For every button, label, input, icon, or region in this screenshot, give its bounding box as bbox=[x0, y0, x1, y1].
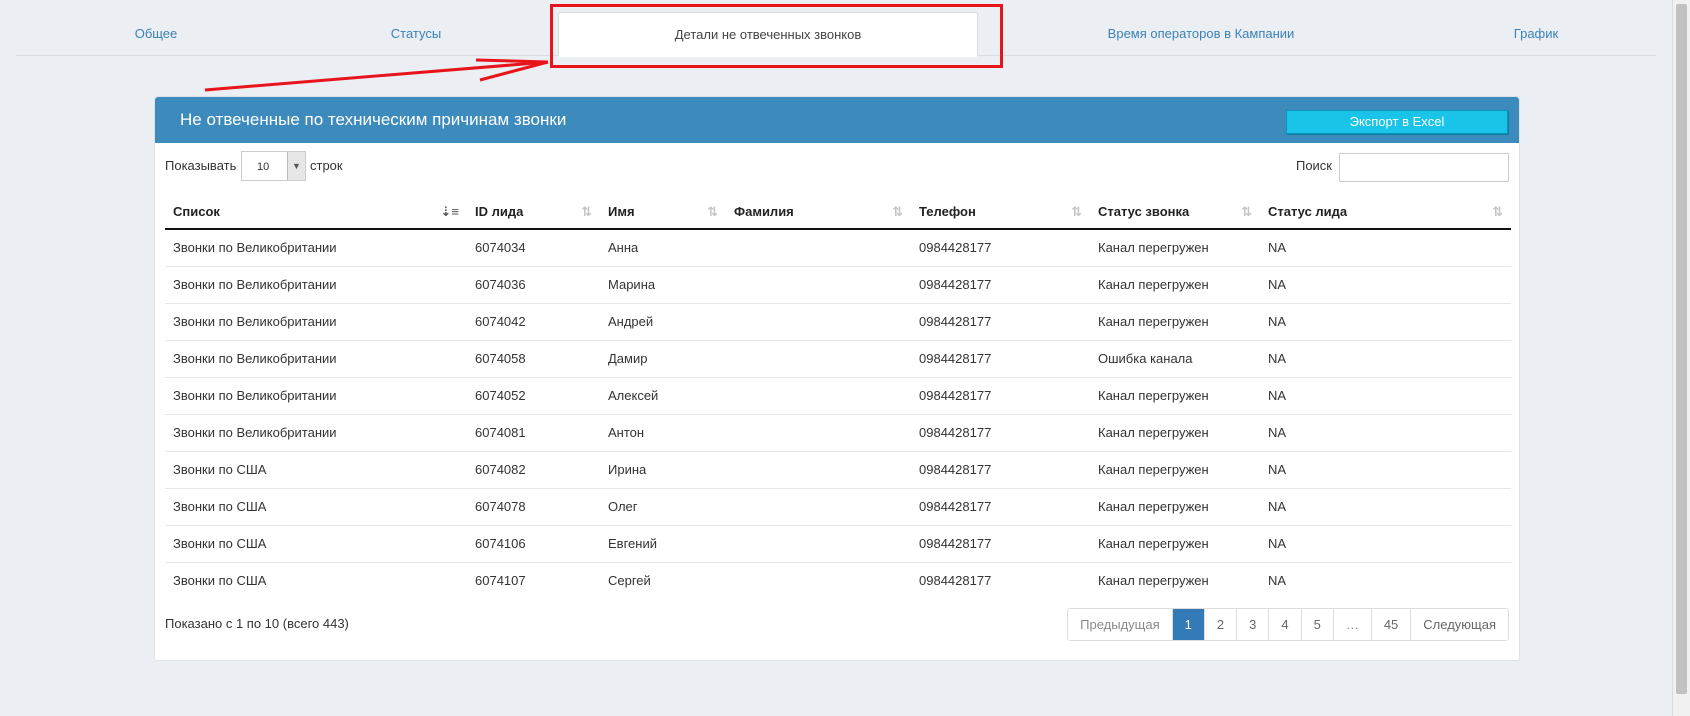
sort-icon: ⇅ bbox=[581, 204, 592, 219]
tab-schedule[interactable]: График bbox=[1456, 12, 1616, 56]
page-length-value: 10 bbox=[257, 161, 270, 173]
calls-table: Список ⇣≡ ID лида ⇅ Имя ⇅ Фамилия ⇅ Телефон ⇅… bbox=[165, 195, 1511, 599]
chevron-down-icon: ▼ bbox=[287, 152, 305, 180]
next-page-button[interactable]: Следующая bbox=[1410, 609, 1508, 640]
page-button-5[interactable]: 5 bbox=[1300, 609, 1333, 640]
search-label: Поиск bbox=[1295, 158, 1332, 173]
export-excel-button[interactable]: Экспорт в Excel bbox=[1286, 110, 1508, 134]
table-row[interactable]: Звонки по Великобритании 6074034 Анна 09844… bbox=[165, 229, 1511, 266]
page-button-3[interactable]: 3 bbox=[1236, 609, 1269, 640]
panel-header: Не отвеченные по техническим причинам зв… bbox=[155, 97, 1519, 143]
sort-icon: ⇅ bbox=[892, 204, 903, 219]
sort-icon: ⇅ bbox=[1071, 204, 1082, 219]
page: Общее Статусы Детали не отвеченных звонк… bbox=[0, 0, 1690, 716]
table-controls: Показывать 10 ▼ строк Поиск bbox=[155, 143, 1519, 195]
page-ellipsis: … bbox=[1332, 609, 1371, 640]
page-button-4[interactable]: 4 bbox=[1268, 609, 1301, 640]
page-length-select[interactable]: 10 ▼ bbox=[241, 151, 306, 181]
vertical-scrollbar[interactable] bbox=[1672, 0, 1690, 716]
table-row[interactable]: Звонки по США 6074107 Сергей 0984428177 Кана… bbox=[165, 561, 1511, 599]
table-row[interactable]: Звонки по Великобритании 6074036 Марина 098… bbox=[165, 265, 1511, 303]
table-row[interactable]: Звонки по Великобритании 6074042 Андрей 098… bbox=[165, 302, 1511, 340]
tab-statuses[interactable]: Статусы bbox=[316, 12, 516, 56]
prev-page-button[interactable]: Предыдущая bbox=[1068, 609, 1172, 640]
rows-label: строк bbox=[310, 158, 343, 173]
sort-icon: ⇅ bbox=[1492, 204, 1503, 219]
column-header-list[interactable]: Список ⇣≡ bbox=[165, 195, 467, 230]
panel-title: Не отвеченные по техническим причинам зв… bbox=[180, 110, 567, 129]
table-info: Показано с 1 по 10 (всего 443) bbox=[165, 616, 349, 631]
sort-icon: ⇅ bbox=[1241, 204, 1252, 219]
table-row[interactable]: Звонки по США 6074078 Олег 0984428177 Канал … bbox=[165, 487, 1511, 525]
column-header-surname[interactable]: Фамилия ⇅ bbox=[726, 195, 911, 230]
sort-icon: ⇅ bbox=[707, 204, 718, 219]
column-header-lead-status[interactable]: Статус лида ⇅ bbox=[1260, 195, 1511, 230]
search-input[interactable] bbox=[1339, 153, 1509, 182]
table-row[interactable]: Звонки по Великобритании 6074081 Антон 0984… bbox=[165, 413, 1511, 451]
tab-operator-time[interactable]: Время операторов в Кампании bbox=[1056, 12, 1346, 56]
column-header-phone[interactable]: Телефон ⇅ bbox=[911, 195, 1090, 230]
table-row[interactable]: Звонки по США 6074106 Евгений 0984428177 Кан… bbox=[165, 524, 1511, 562]
scrollbar-thumb[interactable] bbox=[1676, 4, 1687, 694]
page-button-1[interactable]: 1 bbox=[1171, 609, 1204, 640]
page-button-45[interactable]: 45 bbox=[1370, 609, 1411, 640]
tab-general[interactable]: Общее bbox=[56, 12, 256, 56]
annotation-highlight-box bbox=[550, 4, 1003, 68]
table-row[interactable]: Звонки по Великобритании 6074058 Дамир 0984… bbox=[165, 339, 1511, 377]
page-button-2[interactable]: 2 bbox=[1203, 609, 1237, 640]
column-header-lead-id[interactable]: ID лида ⇅ bbox=[467, 195, 600, 230]
unanswered-calls-panel: Не отвеченные по техническим причинам зв… bbox=[154, 96, 1520, 661]
column-header-call-status[interactable]: Статус звонка ⇅ bbox=[1090, 195, 1260, 230]
column-header-name[interactable]: Имя ⇅ bbox=[600, 195, 726, 230]
table-row[interactable]: Звонки по США 6074082 Ирина 0984428177 Канал… bbox=[165, 450, 1511, 488]
table-row[interactable]: Звонки по Великобритании 6074052 Алексей 09… bbox=[165, 376, 1511, 414]
show-label: Показывать bbox=[165, 158, 237, 173]
pagination: Предыдущая 1 2 3 4 5 … 45 Следующая bbox=[1067, 608, 1509, 641]
table-header-row: Список ⇣≡ ID лида ⇅ Имя ⇅ Фамилия ⇅ Телефон ⇅… bbox=[165, 195, 1511, 230]
sort-asc-icon: ⇣≡ bbox=[440, 204, 459, 219]
table-body: Звонки по Великобритании 6074034 Анна 09844… bbox=[165, 229, 1511, 599]
